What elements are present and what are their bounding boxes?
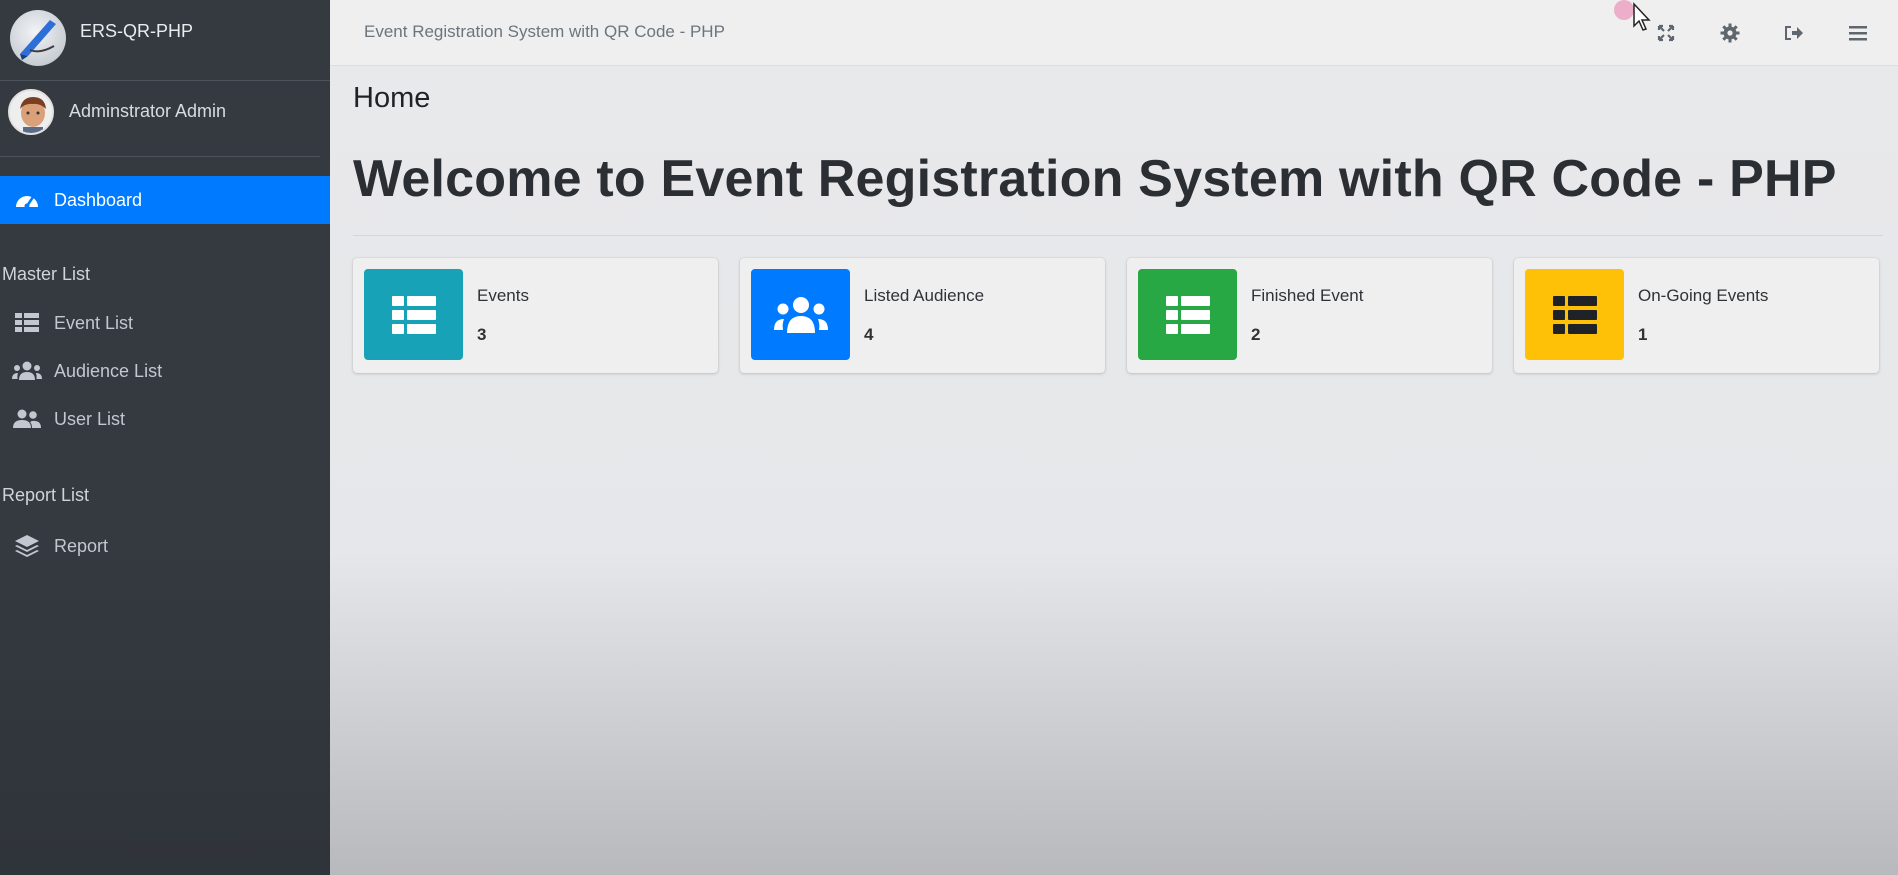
info-box-finished-event[interactable]: Finished Event 2 — [1127, 258, 1492, 373]
nav-header-report: Report List — [2, 485, 90, 505]
users-icon — [12, 360, 42, 382]
app-title: Event Registration System with QR Code -… — [364, 22, 725, 41]
brand-name: ERS-QR-PHP — [80, 21, 194, 41]
user-panel[interactable]: Adminstrator Admin — [0, 81, 320, 157]
info-box-value: 3 — [477, 325, 487, 344]
cursor-highlight — [1614, 0, 1634, 20]
sidebar-item-label: Audience List — [54, 360, 163, 381]
sidebar-item-event-list[interactable]: Event List — [0, 299, 330, 347]
logout-icon[interactable] — [1781, 20, 1807, 46]
avatar — [8, 89, 54, 135]
sidebar-item-label: Event List — [54, 312, 134, 333]
info-box-value: 4 — [864, 325, 874, 344]
users-icon — [751, 269, 850, 360]
table-icon — [364, 269, 463, 360]
mouse-cursor-icon — [1633, 2, 1651, 31]
table-icon — [1138, 269, 1237, 360]
divider — [353, 235, 1883, 236]
info-box-label: Events — [477, 286, 529, 305]
user-friends-icon — [12, 408, 42, 430]
table-icon — [12, 312, 42, 334]
info-box-value: 1 — [1638, 325, 1648, 344]
layers-icon — [12, 535, 42, 557]
user-name: Adminstrator Admin — [69, 101, 227, 121]
info-box-value: 2 — [1251, 325, 1261, 344]
sidebar-item-audience-list[interactable]: Audience List — [0, 347, 330, 395]
welcome-heading: Welcome to Event Registration System wit… — [353, 150, 1837, 208]
topbar: Event Registration System with QR Code -… — [330, 0, 1898, 66]
tachometer-icon — [12, 189, 42, 211]
info-box-events[interactable]: Events 3 — [353, 258, 718, 373]
menu-icon[interactable] — [1845, 20, 1871, 46]
brand-logo — [10, 10, 66, 66]
info-box-label: Finished Event — [1251, 286, 1364, 305]
sidebar-item-dashboard[interactable]: Dashboard — [0, 176, 330, 224]
expand-icon[interactable] — [1653, 20, 1679, 46]
info-box-label: Listed Audience — [864, 286, 985, 305]
sidebar-item-user-list[interactable]: User List — [0, 395, 330, 443]
sidebar-item-label: Report — [54, 535, 109, 556]
sidebar-item-report[interactable]: Report — [0, 522, 330, 570]
brand[interactable]: ERS-QR-PHP — [0, 0, 330, 81]
main-content: Home Welcome to Event Registration Syste… — [330, 66, 1898, 875]
info-box-listed-audience[interactable]: Listed Audience 4 — [740, 258, 1105, 373]
sidebar: ERS-QR-PHP Adminstrator Admin Dashboard … — [0, 0, 330, 875]
table-icon — [1525, 269, 1624, 360]
gear-icon[interactable] — [1717, 20, 1743, 46]
info-box-on-going-events[interactable]: On-Going Events 1 — [1514, 258, 1879, 373]
page-title: Home — [353, 82, 431, 114]
sidebar-item-label: Dashboard — [54, 189, 143, 210]
nav-header-master: Master List — [2, 264, 91, 284]
info-box-label: On-Going Events — [1638, 286, 1769, 305]
sidebar-item-label: User List — [54, 408, 126, 429]
